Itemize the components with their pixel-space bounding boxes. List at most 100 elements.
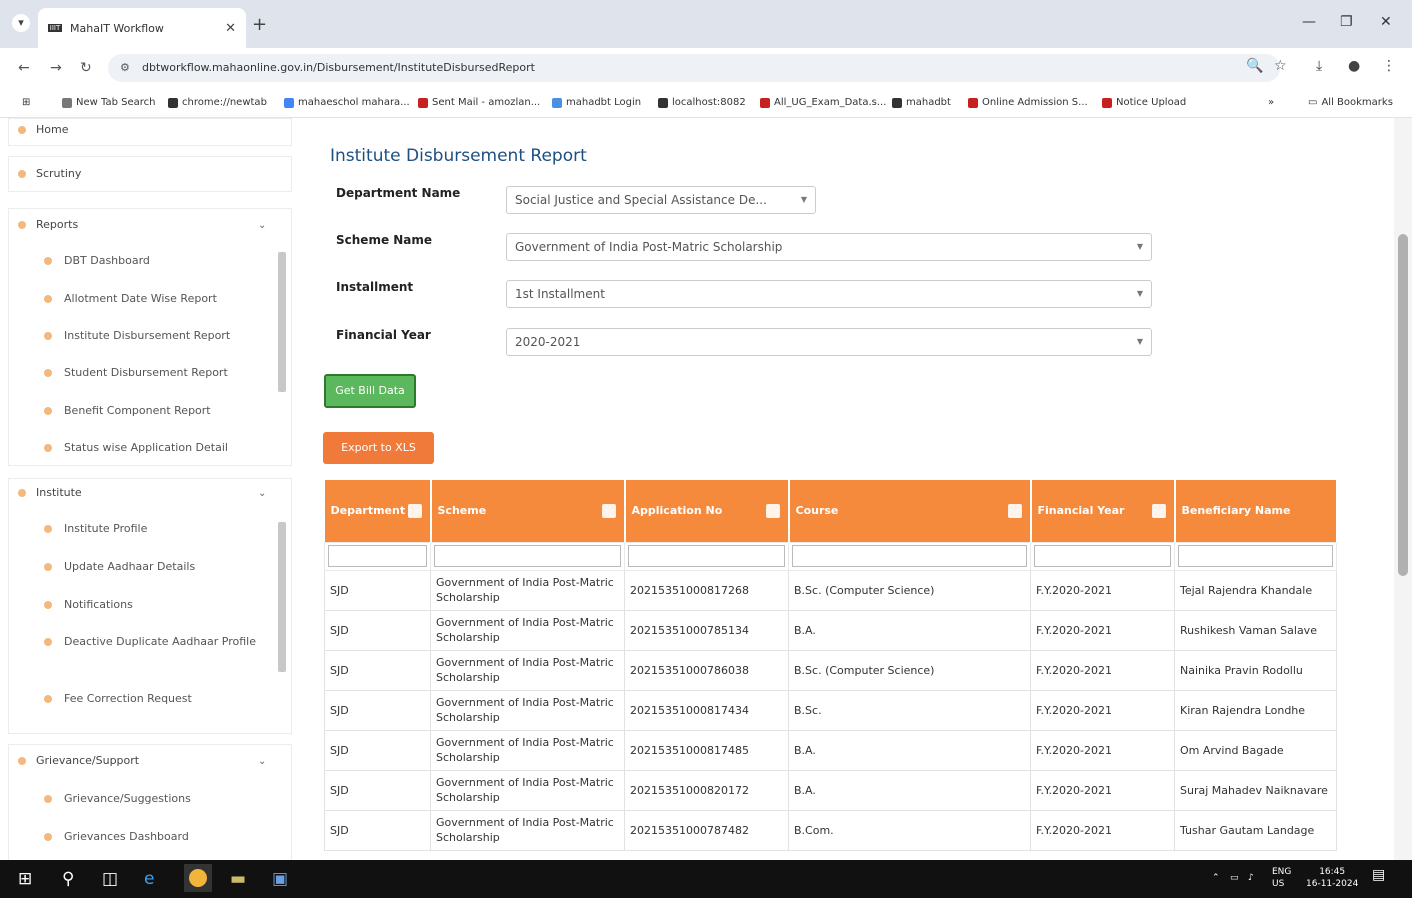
column-filter-input[interactable] (328, 545, 427, 567)
window-close-icon[interactable]: ✕ (1380, 14, 1392, 30)
sidebar-institute-item[interactable]: Institute Profile (44, 520, 264, 538)
column-header[interactable]: Financial Year (1030, 480, 1176, 542)
profile-icon[interactable]: ● (1348, 58, 1360, 74)
column-filter-input[interactable] (1034, 545, 1171, 567)
menu-icon[interactable]: ⋮ (1382, 58, 1396, 74)
close-tab-icon[interactable]: ✕ (225, 21, 236, 36)
sidebar-reports-item[interactable]: Benefit Component Report (44, 402, 264, 420)
table-row[interactable]: SJD Government of India Post-Matric Schol… (324, 649, 1337, 691)
site-info-icon[interactable]: ⚙ (120, 54, 130, 82)
chevron-down-icon[interactable]: ⌄ (258, 488, 266, 499)
clock[interactable]: 16:45 16-11-2024 (1306, 866, 1358, 890)
filter-icon[interactable] (407, 504, 422, 518)
column-filter-input[interactable] (628, 545, 785, 567)
chrome-icon[interactable] (184, 864, 212, 892)
forward-icon[interactable]: → (50, 60, 62, 76)
column-header[interactable]: Beneficiary Name (1174, 480, 1338, 542)
column-filter-input[interactable] (434, 545, 621, 567)
filter-icon[interactable] (601, 504, 616, 518)
search-icon[interactable]: ⚲ (62, 869, 74, 889)
table-row[interactable]: SJD Government of India Post-Matric Schol… (324, 569, 1337, 611)
app-icon[interactable]: ▣ (272, 869, 288, 889)
apps-icon[interactable]: ⊞ (22, 97, 30, 108)
all-bookmarks[interactable]: ▭ All Bookmarks (1308, 97, 1393, 108)
column-header[interactable]: Course (788, 480, 1032, 542)
department-select[interactable]: Social Justice and Special Assistance De… (506, 186, 816, 214)
bookmark-item[interactable]: All_UG_Exam_Data.s... (760, 97, 886, 108)
chevron-down-icon[interactable]: ⌄ (258, 756, 266, 767)
tab-search-icon[interactable]: ▾ (12, 14, 30, 32)
sidebar-grievance-item[interactable]: Grievances Dashboard (44, 828, 264, 846)
back-icon[interactable]: ← (18, 60, 30, 76)
column-header[interactable]: Department (324, 480, 432, 542)
installment-select[interactable]: 1st Installment ▼ (506, 280, 1152, 308)
folder-icon: ▭ (1308, 97, 1318, 108)
notifications-icon[interactable]: ▤ (1372, 868, 1385, 882)
sidebar-reports-item[interactable]: Status wise Application Detail (44, 439, 264, 457)
table-row[interactable]: SJD Government of India Post-Matric Schol… (324, 689, 1337, 731)
url-input[interactable]: ⚙ dbtworkflow.mahaonline.gov.in/Disburse… (108, 54, 1280, 82)
tray-expand-icon[interactable]: ⌃ (1212, 872, 1220, 884)
table-row[interactable]: SJD Government of India Post-Matric Schol… (324, 769, 1337, 811)
browser-tab[interactable]: IIIT MahaIT Workflow ✕ (38, 8, 246, 48)
more-bookmarks-icon[interactable]: » (1268, 97, 1274, 108)
table-row[interactable]: SJD Government of India Post-Matric Schol… (324, 609, 1337, 651)
sidebar-item-reports[interactable]: Reports (18, 218, 78, 231)
column-header[interactable]: Scheme (430, 480, 626, 542)
bookmark-item[interactable]: Sent Mail - amozlan... (418, 97, 540, 108)
bookmark-item[interactable]: mahadbt (892, 97, 951, 108)
bookmark-item[interactable]: Notice Upload (1102, 97, 1186, 108)
column-header[interactable]: Application No (624, 480, 790, 542)
minimize-icon[interactable]: — (1302, 14, 1316, 30)
sidebar-reports-item[interactable]: Institute Disbursement Report (44, 327, 264, 345)
institute-scrollbar[interactable] (278, 522, 286, 672)
language-indicator[interactable]: ENG US (1272, 866, 1291, 890)
table-row[interactable]: SJD Government of India Post-Matric Schol… (324, 809, 1337, 851)
reload-icon[interactable]: ↻ (80, 60, 92, 76)
sidebar-institute-item[interactable]: Deactive Duplicate Aadhaar Profile (44, 633, 264, 651)
network-icon[interactable]: ▭ (1230, 872, 1239, 884)
export-xls-button[interactable]: Export to XLS (323, 432, 434, 464)
chevron-down-icon[interactable]: ⌄ (258, 220, 266, 231)
bookmark-favicon-icon (168, 97, 178, 108)
sidebar-item-home[interactable]: Home (18, 123, 68, 136)
filter-icon[interactable] (1007, 504, 1022, 518)
bookmark-star-icon[interactable]: ☆ (1274, 58, 1287, 74)
new-tab-icon[interactable]: + (252, 14, 267, 35)
download-icon[interactable]: ⤓ (1316, 58, 1322, 74)
sidebar-grievance-item[interactable]: Grievance/Suggestions (44, 790, 264, 808)
bookmark-item[interactable]: Online Admission S... (968, 97, 1088, 108)
get-bill-data-button[interactable]: Get Bill Data (324, 374, 416, 408)
page-scrollbar[interactable] (1394, 118, 1412, 860)
sidebar-item-institute[interactable]: Institute (18, 486, 82, 499)
bookmark-item[interactable]: New Tab Search (62, 97, 155, 108)
file-explorer-icon[interactable]: ▬ (230, 869, 246, 889)
sidebar-reports-item[interactable]: Allotment Date Wise Report (44, 290, 264, 308)
sidebar-reports-item[interactable]: DBT Dashboard (44, 252, 264, 270)
task-view-icon[interactable]: ◫ (102, 869, 118, 889)
column-filter-input[interactable] (1178, 545, 1333, 567)
bookmark-item[interactable]: chrome://newtab (168, 97, 267, 108)
scheme-select[interactable]: Government of India Post-Matric Scholars… (506, 233, 1152, 261)
bookmark-item[interactable]: mahaeschol mahara... (284, 97, 410, 108)
column-filter-input[interactable] (792, 545, 1027, 567)
edge-icon[interactable]: e (144, 869, 154, 889)
sidebar-institute-item[interactable]: Notifications (44, 596, 264, 614)
restore-icon[interactable]: ❐ (1340, 14, 1353, 30)
sidebar-institute-item[interactable]: Update Aadhaar Details (44, 558, 264, 576)
filter-icon[interactable] (765, 504, 780, 518)
page-scrollbar-thumb[interactable] (1398, 234, 1408, 576)
volume-icon[interactable]: ♪ (1248, 872, 1254, 884)
fy-select[interactable]: 2020-2021 ▼ (506, 328, 1152, 356)
sidebar-item-grievance[interactable]: Grievance/Support (18, 754, 139, 767)
table-row[interactable]: SJD Government of India Post-Matric Schol… (324, 729, 1337, 771)
zoom-icon[interactable]: 🔍 (1246, 58, 1263, 74)
reports-scrollbar[interactable] (278, 252, 286, 392)
windows-start-icon[interactable]: ⊞ (18, 869, 32, 889)
bookmark-item[interactable]: mahadbt Login (552, 97, 641, 108)
bookmark-item[interactable]: localhost:8082 (658, 97, 746, 108)
sidebar-item-scrutiny[interactable]: Scrutiny (18, 167, 81, 180)
filter-icon[interactable] (1151, 504, 1166, 518)
sidebar-institute-item[interactable]: Fee Correction Request (44, 690, 264, 708)
sidebar-reports-item[interactable]: Student Disbursement Report (44, 364, 264, 382)
